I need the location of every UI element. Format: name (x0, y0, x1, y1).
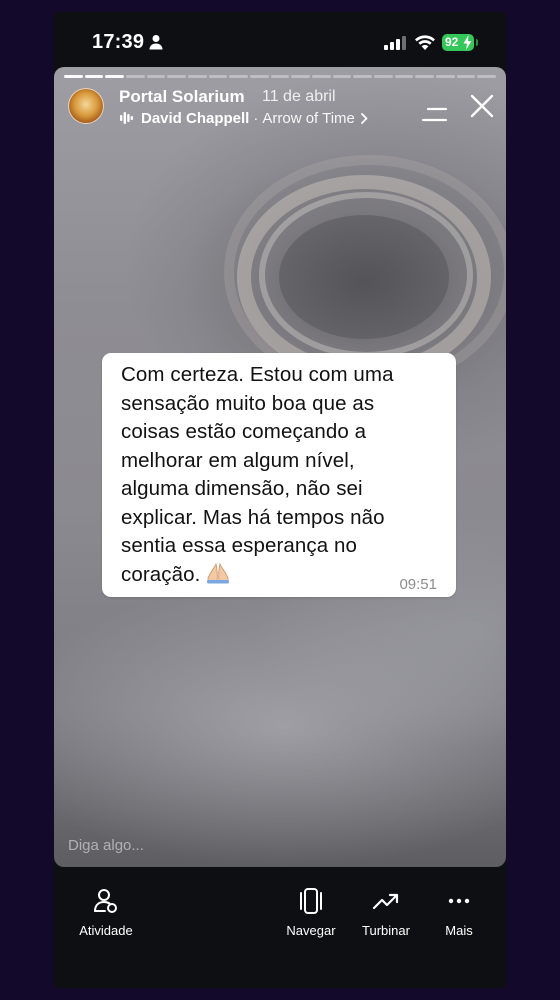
music-attribution[interactable]: David Chappell · Arrow of Time (120, 108, 368, 128)
story-progress-segment (415, 75, 435, 78)
more-dots-icon (448, 898, 470, 904)
story-progress-segment (105, 75, 125, 78)
story-progress-segment (312, 75, 331, 78)
menu-lines-icon[interactable] (422, 107, 448, 123)
boost-label: Turbinar (362, 923, 410, 938)
story-progress-segment (188, 75, 207, 78)
activity-person-icon (94, 889, 117, 913)
story-progress-segment (229, 75, 249, 78)
more-button[interactable]: Mais (414, 887, 504, 951)
activity-button[interactable]: Atividade (61, 887, 151, 951)
person-icon (149, 35, 163, 50)
story-progress-segment (291, 75, 311, 78)
story-progress-segment (353, 75, 373, 78)
status-bar: 17:39 92 (54, 12, 506, 68)
browse-label: Navegar (286, 923, 336, 938)
reply-input[interactable]: Diga algo... (68, 837, 144, 854)
story-progress-segment (270, 75, 290, 78)
story-progress (64, 75, 497, 78)
story-progress-segment (436, 75, 455, 78)
story-progress-segment (374, 75, 393, 78)
story-progress-segment (477, 75, 497, 78)
music-artist: David Chappell (141, 109, 250, 127)
wifi-icon (415, 35, 435, 50)
battery-level: 92 (445, 35, 459, 49)
close-icon[interactable] (470, 94, 494, 118)
story-progress-segment (332, 75, 352, 78)
audio-bars-icon (120, 112, 133, 124)
more-label: Mais (445, 923, 473, 938)
story-progress-segment (208, 75, 228, 78)
story-progress-segment (394, 75, 414, 78)
account-name[interactable]: Portal Solarium (119, 87, 245, 107)
message-text: Com certeza. Estou com uma sensação muit… (121, 363, 394, 586)
activity-label: Atividade (79, 923, 133, 938)
trend-up-icon (372, 893, 399, 910)
status-time: 17:39 (92, 31, 145, 53)
charging-bolt-icon (463, 35, 472, 50)
story-viewer[interactable]: Portal Solarium 11 de abril David Chappe… (54, 67, 506, 867)
folded-hands-emoji-icon (207, 562, 230, 583)
story-progress-segment (146, 75, 166, 78)
post-date: 11 de abril (262, 88, 336, 105)
story-progress-segment (250, 75, 269, 78)
profile-avatar[interactable] (68, 88, 104, 124)
music-title: Arrow of Time (262, 109, 355, 127)
message-bubble: Com certeza. Estou com uma sensação muit… (102, 353, 456, 597)
chevron-right-icon (360, 112, 368, 124)
story-progress-segment (126, 75, 145, 78)
signal-icon (384, 36, 406, 50)
battery-indicator: 92 (442, 34, 478, 51)
phone-carousel-icon (300, 888, 322, 914)
story-progress-segment (64, 75, 83, 78)
story-progress-segment (456, 75, 476, 78)
phone-screen: 17:39 92 Portal Solarium 11 de abril Dav… (54, 12, 506, 988)
message-time: 09:51 (399, 576, 437, 593)
story-progress-segment (167, 75, 187, 78)
music-separator: · (253, 109, 259, 127)
story-progress-segment (84, 75, 104, 78)
